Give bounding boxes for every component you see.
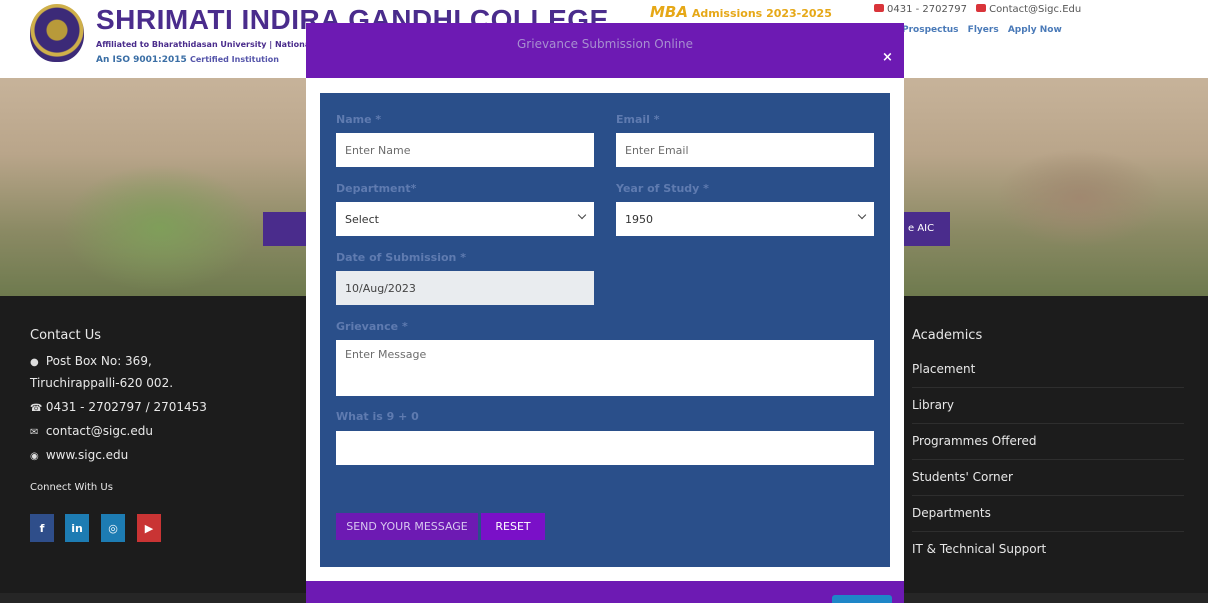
date-label: Date of Submission * <box>336 251 466 264</box>
facebook-icon[interactable]: f <box>30 514 54 542</box>
academics-link-departments[interactable]: Departments <box>912 506 1184 532</box>
grievance-label-text: Grievance <box>336 320 399 333</box>
required-mark: * <box>653 113 660 126</box>
footer-website: ◉ www.sigc.edu <box>30 448 128 462</box>
captcha-input[interactable] <box>336 431 874 465</box>
required-mark: * <box>410 182 417 195</box>
link-apply-now[interactable]: Apply Now <box>1008 25 1062 35</box>
footer-email: ✉ contact@sigc.edu <box>30 424 153 438</box>
instagram-icon[interactable]: ◎ <box>101 514 125 542</box>
address-line-1: Post Box No: 369, <box>45 354 152 368</box>
grievance-textarea[interactable]: Enter Message <box>336 340 874 396</box>
chevron-down-icon <box>857 210 867 220</box>
academics-link-library[interactable]: Library <box>912 398 1184 424</box>
year-label: Year of Study * <box>616 182 709 195</box>
email-label-text: Email <box>616 113 650 126</box>
academics-link-it-support[interactable]: IT & Technical Support <box>912 542 1184 567</box>
send-message-button[interactable]: SEND YOUR MESSAGE <box>336 513 478 540</box>
map-marker-icon: ● <box>30 357 39 368</box>
college-logo[interactable] <box>30 4 84 62</box>
footer-phone: ☎ 0431 - 2702797 / 2701453 <box>30 400 207 414</box>
footer-email-text[interactable]: contact@sigc.edu <box>46 424 153 438</box>
connect-with-us: Connect With Us <box>30 482 113 493</box>
name-label: Name * <box>336 113 381 126</box>
iso-suffix: Certified Institution <box>189 55 279 64</box>
address-line-2: Tiruchirappalli-620 002. <box>30 376 174 390</box>
iso-text: An ISO 9001:2015 Certified Institution <box>96 55 279 65</box>
name-input[interactable]: Enter Name <box>336 133 594 167</box>
department-label-text: Department <box>336 182 411 195</box>
linkedin-icon[interactable]: in <box>65 514 89 542</box>
name-label-text: Name <box>336 113 372 126</box>
department-selected-value: Select <box>345 212 379 226</box>
email-label: Email * <box>616 113 660 126</box>
footer-academics-heading: Academics <box>912 328 983 343</box>
youtube-icon[interactable]: ▶ <box>137 514 161 542</box>
footer-address: ● Post Box No: 369, <box>30 354 152 368</box>
mba-admissions-banner[interactable]: MBA Admissions 2023-2025 <box>650 3 832 21</box>
required-mark: * <box>401 320 408 333</box>
date-label-text: Date of Submission <box>336 251 457 264</box>
reset-button[interactable]: RESET <box>481 513 545 540</box>
academics-link-programmes[interactable]: Programmes Offered <box>912 434 1184 460</box>
hero-left-button[interactable] <box>263 212 309 246</box>
mba-text: Admissions 2023-2025 <box>691 7 832 20</box>
header-contact: 0431 - 2702797 Contact@Sigc.Edu <box>868 4 1081 15</box>
grievance-modal: Grievance Submission Online × Name * Ent… <box>306 23 904 603</box>
email-input[interactable]: Enter Email <box>616 133 874 167</box>
close-icon[interactable]: × <box>882 50 893 65</box>
footer-phone-text[interactable]: 0431 - 2702797 / 2701453 <box>46 400 207 414</box>
modal-header: Grievance Submission Online × <box>306 23 904 78</box>
footer-address-2: Tiruchirappalli-620 002. <box>30 376 173 390</box>
phone-icon: ☎ <box>30 403 43 414</box>
mba-highlight: MBA <box>650 3 688 21</box>
affiliation-text: Affiliated to Bharathidasan University |… <box>96 40 330 49</box>
globe-icon: ◉ <box>30 451 39 462</box>
phone-icon <box>874 4 884 12</box>
link-flyers[interactable]: Flyers <box>968 25 999 35</box>
department-select[interactable]: Select <box>336 202 594 236</box>
grievance-form: Name * Enter Name Email * Enter Email De… <box>320 93 890 567</box>
department-label: Department* <box>336 182 416 195</box>
header-phone[interactable]: 0431 - 2702797 <box>887 4 967 15</box>
mail-icon <box>976 4 987 12</box>
required-mark: * <box>375 113 382 126</box>
hero-right-button[interactable]: e AIC <box>902 212 950 246</box>
year-selected-value: 1950 <box>625 212 653 226</box>
modal-footer-button[interactable] <box>832 595 892 603</box>
modal-title: Grievance Submission Online <box>517 37 693 51</box>
header-email[interactable]: Contact@Sigc.Edu <box>989 4 1081 15</box>
footer-contact-heading: Contact Us <box>30 328 101 343</box>
year-of-study-select[interactable]: 1950 <box>616 202 874 236</box>
iso-label: An ISO 9001:2015 <box>96 55 187 65</box>
year-label-text: Year of Study <box>616 182 700 195</box>
envelope-icon: ✉ <box>30 427 39 438</box>
link-prospectus[interactable]: Prospectus <box>902 25 959 35</box>
footer-website-text[interactable]: www.sigc.edu <box>46 448 128 462</box>
academics-link-students-corner[interactable]: Students' Corner <box>912 470 1184 496</box>
date-of-submission-field: 10/Aug/2023 <box>336 271 594 305</box>
required-mark: * <box>460 251 466 264</box>
modal-footer <box>306 581 904 603</box>
chevron-down-icon <box>577 210 587 220</box>
grievance-label: Grievance * <box>336 320 408 333</box>
required-mark: * <box>703 182 709 195</box>
captcha-label: What is 9 + 0 <box>336 410 419 423</box>
academics-link-placement[interactable]: Placement <box>912 362 1184 388</box>
header-links: Prospectus Flyers Apply Now <box>902 25 1068 35</box>
